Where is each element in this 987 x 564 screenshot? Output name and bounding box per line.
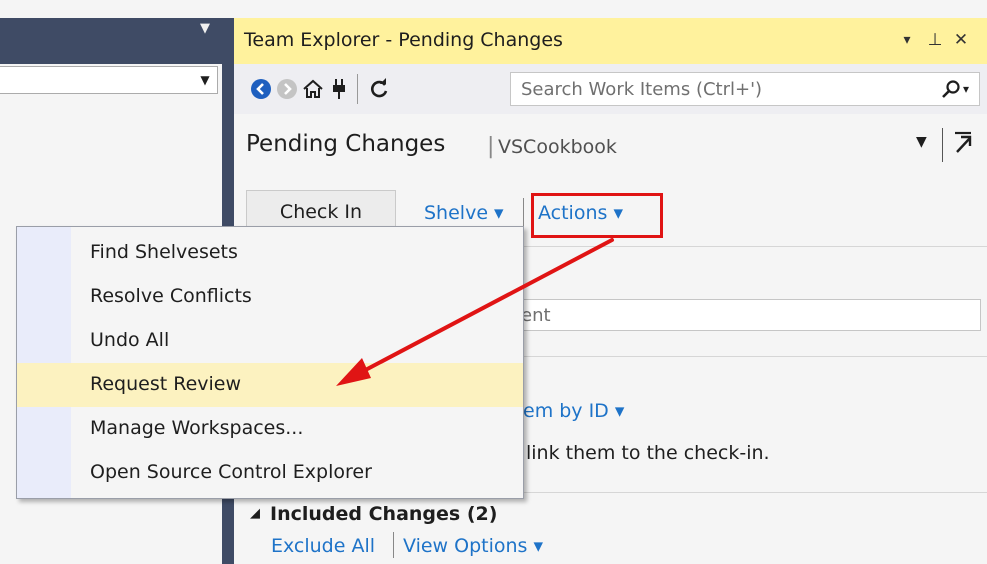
project-name: VSCookbook xyxy=(498,136,617,158)
menu-item-open-source-control-explorer[interactable]: Open Source Control Explorer xyxy=(17,451,523,495)
search-icon[interactable] xyxy=(939,76,963,102)
menu-item-manage-workspaces[interactable]: Manage Workspaces... xyxy=(17,407,523,451)
left-panel-titlebar xyxy=(0,18,222,64)
page-header: Pending Changes | VSCookbook ▼ xyxy=(234,114,987,184)
menu-item-label: Open Source Control Explorer xyxy=(90,461,372,483)
shelve-link[interactable]: Shelve ▾ xyxy=(424,202,504,224)
annotation-highlight-box xyxy=(531,193,663,238)
menu-item-undo-all[interactable]: Undo All xyxy=(17,319,523,363)
collapse-triangle-icon[interactable]: ◢ xyxy=(250,506,260,521)
connect-icon[interactable] xyxy=(326,76,352,102)
comment-placeholder: ent xyxy=(521,305,551,326)
page-dropdown-icon[interactable]: ▼ xyxy=(916,134,934,150)
actions-context-menu: Find Shelvesets Resolve Conflicts Undo A… xyxy=(16,226,524,499)
combo-dropdown-icon[interactable]: ▼ xyxy=(197,71,213,89)
window-dropdown-icon[interactable]: ▾ xyxy=(896,28,918,52)
back-icon[interactable] xyxy=(248,76,274,102)
dropdown-triangle-icon[interactable]: ▼ xyxy=(197,20,213,38)
menu-item-label: Request Review xyxy=(90,373,242,395)
left-panel-combo[interactable] xyxy=(0,66,218,94)
menu-item-resolve-conflicts[interactable]: Resolve Conflicts xyxy=(17,275,523,319)
home-icon[interactable] xyxy=(300,76,326,102)
link-separator xyxy=(523,198,524,228)
window-title: Team Explorer - Pending Changes xyxy=(244,29,563,51)
view-options-link[interactable]: View Options ▾ xyxy=(403,535,543,557)
work-items-hint: link them to the check-in. xyxy=(526,442,770,464)
header-separator: | xyxy=(487,134,495,159)
close-icon[interactable]: ✕ xyxy=(950,28,972,52)
menu-item-label: Manage Workspaces... xyxy=(90,417,304,439)
toolbar-separator xyxy=(357,74,358,104)
menu-item-find-shelvesets[interactable]: Find Shelvesets xyxy=(17,231,523,275)
menu-item-request-review[interactable]: Request Review xyxy=(17,363,523,407)
pin-icon[interactable]: ⊥ xyxy=(924,28,946,52)
team-explorer-toolbar: Search Work Items (Ctrl+') ▾ xyxy=(234,64,987,114)
page-title[interactable]: Pending Changes xyxy=(246,131,445,157)
forward-icon[interactable] xyxy=(274,76,300,102)
header-divider xyxy=(942,128,943,162)
search-options-dropdown-icon[interactable]: ▾ xyxy=(963,76,977,102)
refresh-icon[interactable] xyxy=(366,76,392,102)
link-separator xyxy=(393,532,394,558)
add-work-item-by-id-link[interactable]: em by ID ▾ xyxy=(523,400,624,422)
team-explorer-titlebar: Team Explorer - Pending Changes ▾ ⊥ ✕ xyxy=(234,18,987,64)
menu-item-label: Find Shelvesets xyxy=(90,241,238,263)
search-placeholder: Search Work Items (Ctrl+') xyxy=(521,79,763,100)
menu-item-label: Resolve Conflicts xyxy=(90,285,252,307)
search-work-items-input[interactable]: Search Work Items (Ctrl+') ▾ xyxy=(510,72,980,106)
exclude-all-link[interactable]: Exclude All xyxy=(271,535,375,557)
included-changes-header[interactable]: Included Changes (2) xyxy=(270,503,497,525)
menu-item-label: Undo All xyxy=(90,329,170,351)
navigate-out-icon[interactable] xyxy=(952,128,976,158)
